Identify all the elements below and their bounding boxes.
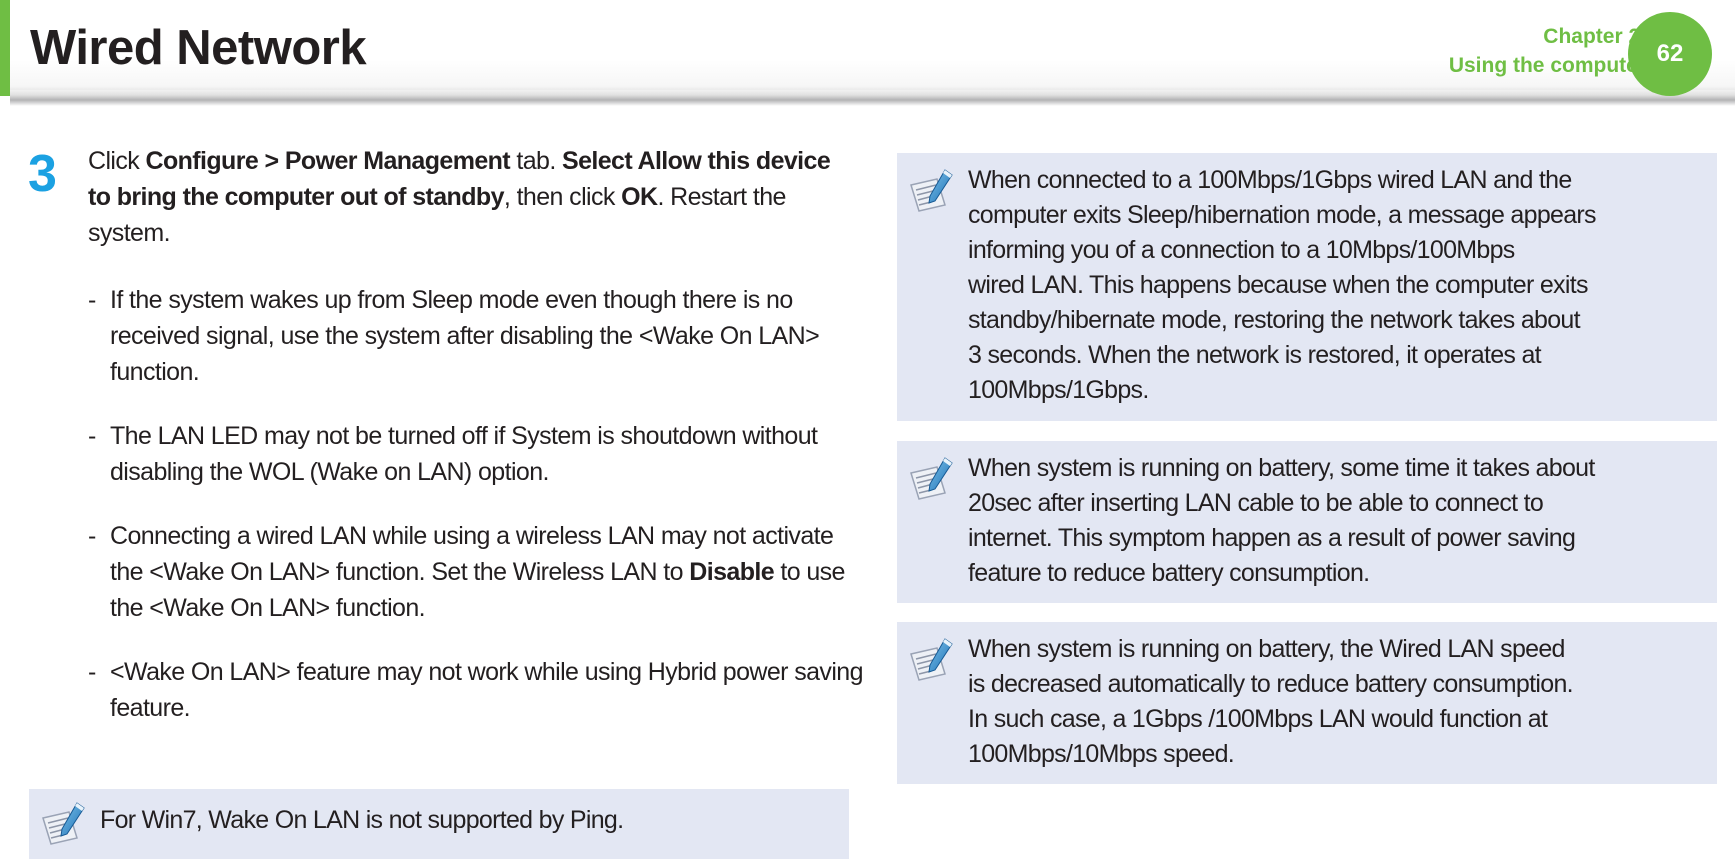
- page-title: Wired Network: [30, 21, 367, 75]
- note-pencil-icon: [39, 800, 87, 848]
- body-text: Click: [88, 147, 146, 175]
- note-text: For Win7, Wake On LAN is not supported b…: [100, 806, 624, 834]
- bullet-dash: -: [88, 658, 96, 686]
- note-text: When system is running on battery, some …: [968, 451, 1708, 591]
- bullet-dash: -: [88, 286, 96, 314]
- bullet-item: - If the system wakes up from Sleep mode …: [88, 282, 868, 390]
- note-pencil-icon: [907, 636, 955, 684]
- bullet-item: - Connecting a wired LAN while using a wi…: [88, 518, 868, 626]
- note-line: standby/hibernate mode, restoring the ne…: [968, 306, 1581, 334]
- body-text: <Wake On LAN> feature may not work while…: [110, 658, 864, 722]
- header-accent-bar: [0, 0, 10, 96]
- note-pencil-icon: [907, 167, 955, 215]
- bullet-item: - The LAN LED may not be turned off if Sy…: [88, 418, 868, 490]
- bullet-list: - If the system wakes up from Sleep mode …: [88, 282, 868, 754]
- bullet-dash: -: [88, 422, 96, 450]
- note-line: 100Mbps/1Gbps.: [968, 376, 1149, 404]
- note-text: When connected to a 100Mbps/1Gbps wired …: [968, 163, 1708, 408]
- header-divider: [10, 86, 1735, 106]
- note-box: For Win7, Wake On LAN is not supported b…: [29, 789, 849, 859]
- note-line: feature to reduce battery consumption.: [968, 559, 1370, 587]
- chapter-title: Using the computer: [1448, 54, 1646, 77]
- emphasis-text: Disable: [689, 558, 775, 586]
- note-line: is decreased automatically to reduce bat…: [968, 670, 1574, 698]
- bullet-dash: -: [88, 522, 96, 550]
- emphasis-text: Configure > Power Management: [145, 147, 511, 175]
- note-line: 100Mbps/10Mbps speed.: [968, 740, 1235, 768]
- note-text: When system is running on battery, the W…: [968, 632, 1708, 772]
- note-box: When system is running on battery, some …: [897, 441, 1717, 603]
- note-box: When connected to a 100Mbps/1Gbps wired …: [897, 153, 1717, 421]
- page-number-badge: 62: [1628, 12, 1712, 96]
- chapter-number: Chapter 2.: [1543, 25, 1646, 48]
- chapter-label: Chapter 2. Using the computer: [1449, 22, 1646, 80]
- body-text: tab.: [510, 147, 563, 175]
- bullet-item: - <Wake On LAN> feature may not work whil…: [88, 654, 868, 726]
- note-line: informing you of a connection to a 10Mbp…: [968, 236, 1515, 264]
- note-line: When system is running on battery, some …: [968, 454, 1595, 482]
- body-text: , then click: [503, 183, 622, 211]
- note-pencil-icon: [907, 455, 955, 503]
- step-number: 3: [28, 145, 57, 203]
- body-text: If the system wakes up from Sleep mode e…: [110, 286, 820, 386]
- note-box: When system is running on battery, the W…: [897, 622, 1717, 784]
- note-line: computer exits Sleep/hibernation mode, a…: [968, 201, 1597, 229]
- note-line: internet. This symptom happen as a resul…: [968, 524, 1576, 552]
- note-line: wired LAN. This happens because when the…: [968, 271, 1588, 299]
- note-line: When connected to a 100Mbps/1Gbps wired …: [968, 166, 1572, 194]
- step-instruction: Click Configure > Power Management tab. …: [88, 143, 858, 251]
- note-line: In such case, a 1Gbps /100Mbps LAN would…: [968, 705, 1548, 733]
- body-text: The LAN LED may not be turned off if Sys…: [110, 422, 818, 486]
- note-line: When system is running on battery, the W…: [968, 635, 1565, 663]
- emphasis-text: OK: [621, 183, 658, 211]
- note-line: 3 seconds. When the network is restored,…: [968, 341, 1542, 369]
- note-line: 20sec after inserting LAN cable to be ab…: [968, 489, 1544, 517]
